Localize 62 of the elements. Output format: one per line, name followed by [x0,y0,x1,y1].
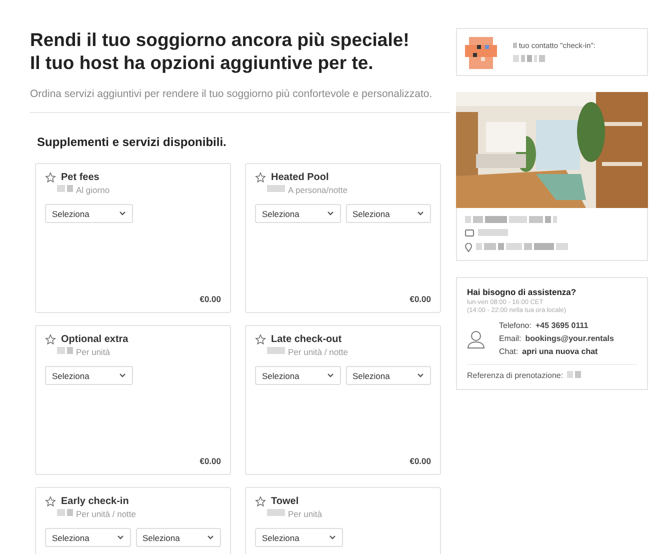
contact-line-label: Telefono: [499,321,532,330]
select-dropdown[interactable]: Seleziona [45,366,133,385]
service-unit: Per unità [288,509,322,519]
service-unit: A persona/notte [288,185,348,195]
select-dropdown[interactable]: Seleziona [346,366,431,385]
blurred-text [513,55,545,62]
reference-label: Referenza di prenotazione: [467,371,564,380]
service-name: Optional extra [61,334,128,345]
select-dropdown[interactable]: Seleziona [255,204,340,223]
blurred-text [267,347,285,354]
location-pin-icon [465,243,472,252]
chevron-down-icon [116,535,124,540]
blurred-text [57,509,73,516]
chevron-down-icon [417,211,424,216]
blurred-text [567,371,582,378]
chat-link[interactable]: apri una nuova chat [522,347,598,356]
star-icon[interactable] [255,496,266,507]
select-dropdown[interactable]: Seleziona [255,528,343,547]
chevron-down-icon [326,373,334,378]
select-dropdown[interactable]: Seleziona [346,204,431,223]
service-name: Early check-in [61,496,129,507]
page-subtitle: Ordina servizi aggiuntivi per rendere il tuo soggiorno più confortevole e personalizzato. [30,88,450,113]
select-dropdown[interactable]: Seleziona [45,528,130,547]
blurred-text [267,185,285,192]
service-price: €0.00 [200,294,221,304]
star-icon[interactable] [255,172,266,183]
chevron-down-icon [326,211,334,216]
contact-line-value: bookings@your.rentals [525,334,614,343]
page-title: Rendi il tuo soggiorno ancora più speciale! Il tuo host ha opzioni aggiuntive per te. [30,28,410,74]
select-dropdown[interactable]: Seleziona [136,528,221,547]
star-icon[interactable] [45,172,56,183]
service-unit: Per unità / notte [288,347,348,357]
star-icon[interactable] [45,496,56,507]
service-name: Towel [271,496,299,507]
blurred-text [57,347,73,354]
service-price: €0.00 [410,456,431,466]
contact-line-value: +45 3695 0111 [535,321,588,330]
chevron-down-icon [417,373,424,378]
service-name: Heated Pool [271,172,329,183]
chevron-down-icon [207,535,214,540]
service-unit: Al giorno [76,185,110,195]
blurred-text [478,229,508,236]
blurred-text [267,509,285,516]
service-unit: Per unità / notte [76,509,136,519]
service-name: Late check-out [271,334,342,345]
select-dropdown[interactable]: Seleziona [45,204,133,223]
chevron-down-icon [119,373,126,378]
support-agent-icon [467,328,485,348]
contact-line-label: Email: [499,334,522,343]
service-unit: Per unità [76,347,110,357]
chevron-down-icon [119,211,126,216]
section-title: Supplementi e servizi disponibili. [37,135,228,149]
service-price: €0.00 [200,456,221,466]
blurred-text [57,185,73,192]
service-price: €0.00 [410,294,431,304]
star-icon[interactable] [45,334,56,345]
service-name: Pet fees [61,172,100,183]
help-title: Hai bisogno di assistenza? [467,287,578,297]
chevron-down-icon [329,535,336,540]
select-dropdown[interactable]: Seleziona [255,366,340,385]
star-icon[interactable] [255,334,266,345]
contact-line-label: Chat: [499,347,518,356]
